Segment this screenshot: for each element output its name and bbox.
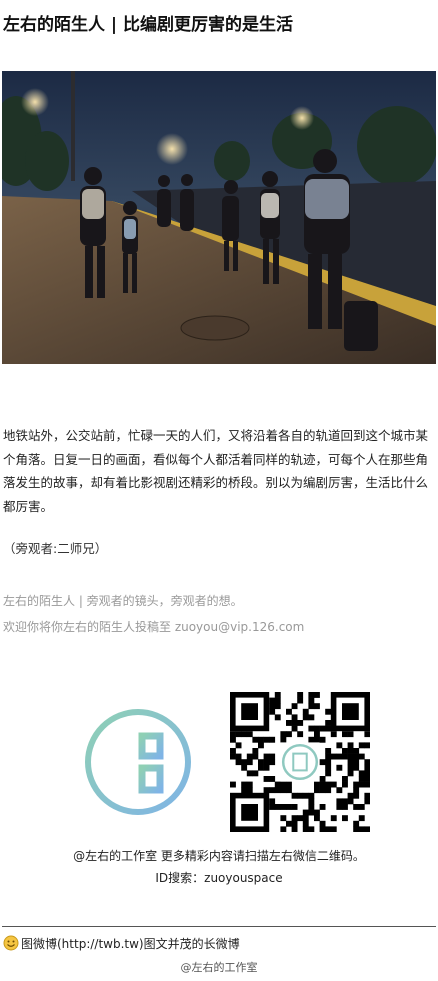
author-credit[interactable]: @左右的工作室 (0, 959, 438, 975)
qr-caption: @左右的工作室 更多精彩内容请扫描左右微信二维码。 (73, 849, 365, 863)
submission-notice: 欢迎你将你左右的陌生人投稿至 zuoyou@vip.126.com (3, 620, 305, 634)
article-body: 地铁站外，公交站前，忙碌一天的人们，又将沿着各自的轨道回到这个城市某个角落。日复… (3, 428, 429, 514)
zuoyou-logo-icon (82, 706, 194, 818)
weibo-promo-text: 图微博(http://twb.tw)图文并茂的长微博 (21, 937, 240, 951)
qr-code-icon[interactable] (230, 692, 371, 833)
observer-credit: （旁观者:二师兄） (3, 541, 108, 556)
series-tagline: 左右的陌生人 | 旁观者的镜头，旁观者的想。 (3, 594, 243, 608)
wechat-id: ID搜索：zuoyouspace (155, 871, 283, 885)
smiley-icon (3, 935, 19, 954)
article-title: 左右的陌生人 | 比编剧更厉害的是生活 (3, 15, 294, 35)
night-bus-stop-photo (2, 71, 436, 364)
weibo-promo[interactable]: 图微博(http://twb.tw)图文并茂的长微博 (3, 935, 240, 954)
footer-divider (2, 926, 436, 927)
